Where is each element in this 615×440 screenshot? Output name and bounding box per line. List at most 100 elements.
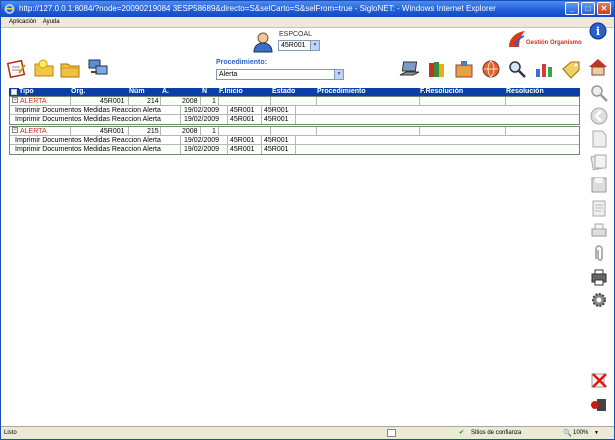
procedure-select[interactable]: Alerta ▼ <box>216 69 344 80</box>
books-icon[interactable] <box>426 59 448 79</box>
laptop-icon[interactable] <box>399 59 421 79</box>
user-avatar-icon <box>253 32 273 53</box>
col-anio[interactable]: A. <box>162 88 169 96</box>
browser-window: http://127.0.0.1:8084/?node=20090219084 … <box>0 0 615 440</box>
grid-line <box>128 97 129 106</box>
back-icon[interactable] <box>589 106 609 126</box>
expand-all-icon[interactable] <box>11 89 17 95</box>
menu-item-aplicacion[interactable]: Aplicación <box>9 19 36 25</box>
grid-line <box>316 127 317 136</box>
save-icon[interactable] <box>589 175 609 195</box>
window-title: http://127.0.0.1:8084/?node=20090219084 … <box>19 4 496 13</box>
printer-icon[interactable] <box>589 267 609 287</box>
task-row[interactable]: Imprimir Documentos Medidas Reaccion Ale… <box>10 106 579 115</box>
expediente-group: − ALERTA 45R001 215 2008 1 Imprimir Docu… <box>9 126 580 155</box>
row-num: 215 <box>147 128 159 135</box>
tag-icon[interactable] <box>560 59 582 79</box>
expediente-group: − ALERTA 45R001 214 2008 1 Imprimir Docu… <box>9 96 580 125</box>
grid-line <box>270 97 271 106</box>
window-controls: _ □ ✕ <box>565 2 611 15</box>
main-content: ESPCOAL 45R001 ▼ Procedimiento: Alerta ▼… <box>1 22 614 426</box>
col-num[interactable]: Núm <box>129 88 145 96</box>
expediente-row[interactable]: − ALERTA 45R001 215 2008 1 <box>10 127 579 136</box>
collapse-icon[interactable]: − <box>12 127 18 133</box>
col-resolucion[interactable]: Resolución <box>506 88 544 96</box>
row-num: 214 <box>147 98 159 105</box>
collapse-icon[interactable]: − <box>12 97 18 103</box>
grid-line <box>218 127 219 136</box>
row-tipo: ALERTA <box>20 128 47 135</box>
document-icon[interactable] <box>589 129 609 149</box>
expedientes-grid: Tipo Org. Núm A. N F.Inicio Estado Proce… <box>9 88 580 156</box>
col-fresolucion[interactable]: F.Resolución <box>420 88 463 96</box>
grid-line <box>160 127 161 136</box>
search-tool-icon[interactable] <box>506 59 528 79</box>
row-org: 45R001 <box>100 98 125 105</box>
status-bar: Listo ✔ Sitios de confianza 🔍 100% ▼ <box>1 426 614 439</box>
cell-border <box>10 136 296 145</box>
task-row[interactable]: Imprimir Documentos Medidas Reaccion Ale… <box>10 136 579 145</box>
user-select[interactable]: 45R001 ▼ <box>278 40 320 51</box>
procedure-select-value: Alerta <box>219 71 238 78</box>
cell-border <box>10 115 296 124</box>
grid-line <box>419 97 420 106</box>
organismo-label: Gestión Organismo <box>526 40 582 46</box>
maximize-button[interactable]: □ <box>581 2 595 15</box>
attach-icon[interactable] <box>589 244 609 264</box>
menu-item-ayuda[interactable]: Ayuda <box>43 19 60 25</box>
gear-icon[interactable] <box>589 290 609 310</box>
cancel-icon[interactable] <box>589 370 609 390</box>
organismo-logo-icon <box>509 31 525 48</box>
grid-line <box>70 97 71 106</box>
grid-line <box>200 127 201 136</box>
zoom-magnifier-icon: 🔍 <box>563 430 572 437</box>
grid-line <box>218 97 219 106</box>
menu-bar: Aplicación Ayuda <box>1 17 614 28</box>
zone-label: Sitios de confianza <box>471 430 522 436</box>
user-select-value: 45R001 <box>281 42 306 49</box>
col-tipo[interactable]: Tipo <box>19 88 34 96</box>
zoom-dropdown-icon[interactable]: ▼ <box>594 427 599 439</box>
folder-star-icon[interactable] <box>33 58 55 78</box>
col-estado[interactable]: Estado <box>272 88 295 96</box>
documents-icon[interactable] <box>589 152 609 172</box>
grid-line <box>316 97 317 106</box>
zoom-level[interactable]: 100% <box>573 427 588 439</box>
col-procedimiento[interactable]: Procedimiento <box>317 88 366 96</box>
globe-icon[interactable] <box>480 59 502 79</box>
folder-icon[interactable] <box>59 59 81 79</box>
task-row[interactable]: Imprimir Documentos Medidas Reaccion Ale… <box>10 145 579 154</box>
grid-line <box>128 127 129 136</box>
print-icon[interactable] <box>589 221 609 241</box>
row-n: 1 <box>212 128 216 135</box>
expediente-row[interactable]: − ALERTA 45R001 214 2008 1 <box>10 97 579 106</box>
exit-icon[interactable] <box>589 394 609 414</box>
col-finicio[interactable]: F.Inicio <box>219 88 243 96</box>
row-anio: 2008 <box>182 98 198 105</box>
grid-line <box>505 127 506 136</box>
edit-form-icon[interactable] <box>6 59 28 79</box>
computer-transfer-icon[interactable] <box>87 57 109 77</box>
archive-icon[interactable] <box>453 59 475 79</box>
chevron-down-icon: ▼ <box>334 70 343 79</box>
grid-line <box>419 127 420 136</box>
chart-icon[interactable] <box>533 59 555 79</box>
check-icon: ✔ <box>459 430 465 436</box>
chevron-down-icon: ▼ <box>310 41 319 50</box>
task-row[interactable]: Imprimir Documentos Medidas Reaccion Ale… <box>10 115 579 124</box>
close-button[interactable]: ✕ <box>597 2 611 15</box>
right-sidebar <box>586 28 612 426</box>
grid-line <box>270 127 271 136</box>
grid-line <box>505 97 506 106</box>
row-n: 1 <box>212 98 216 105</box>
status-text: Listo <box>4 430 17 436</box>
col-org[interactable]: Org. <box>71 88 85 96</box>
row-org: 45R001 <box>100 128 125 135</box>
notepad-icon[interactable] <box>589 198 609 218</box>
minimize-button[interactable]: _ <box>565 2 579 15</box>
cell-border <box>10 145 296 154</box>
col-n[interactable]: N <box>202 88 207 96</box>
grid-header: Tipo Org. Núm A. N F.Inicio Estado Proce… <box>9 88 580 96</box>
grid-line <box>70 127 71 136</box>
magnifier-icon[interactable] <box>589 83 609 103</box>
